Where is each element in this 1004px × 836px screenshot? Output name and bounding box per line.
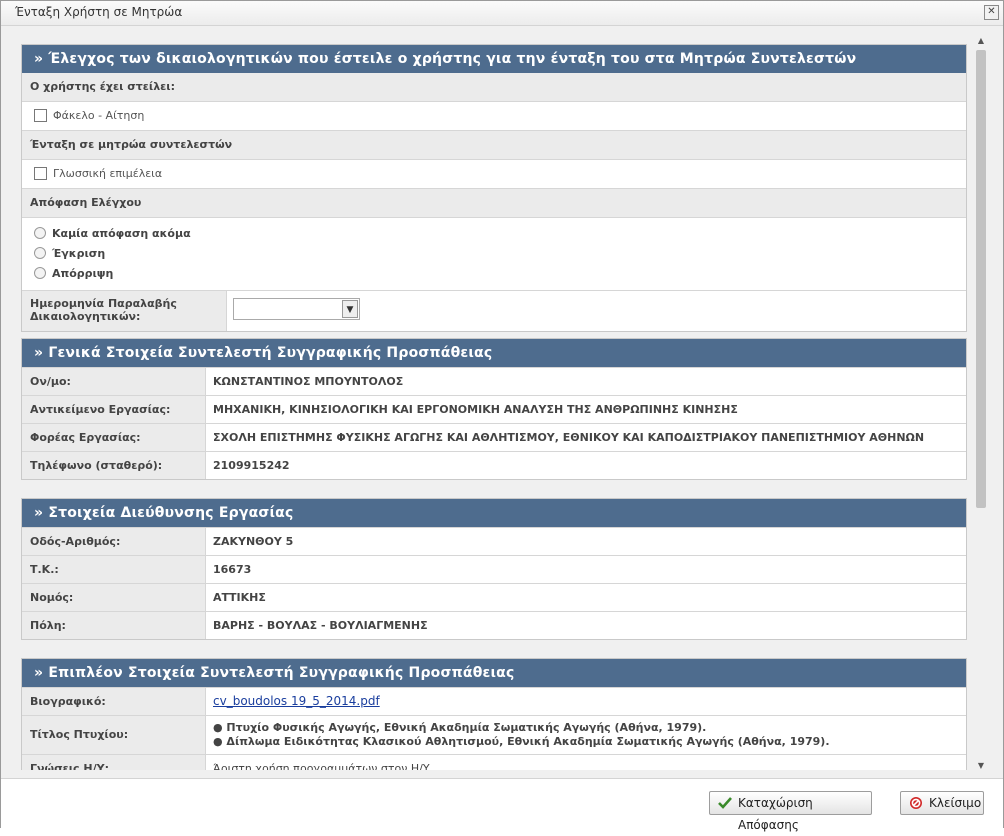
checkbox[interactable] [34,108,47,122]
info-value: 16673 [213,563,252,576]
info-label: Τ.Κ.: [22,556,206,583]
info-label: Φορέας Εργασίας: [22,424,206,451]
info-label: Νομός: [22,584,206,611]
info-value: ΚΩΝΣΤΑΝΤΙΝΟΣ ΜΠΟΥΝΤΟΛΟΣ [213,375,404,388]
radio-button[interactable] [34,227,46,239]
general-section: » Γενικά Στοιχεία Συντελεστή Συγγραφικής… [21,338,967,480]
extra-section: » Επιπλέον Στοιχεία Συντελεστή Συγγραφικ… [21,658,967,770]
info-label: Τηλέφωνο (σταθερό): [22,452,206,479]
info-row: Τηλέφωνο (σταθερό): 2109915242 [22,451,966,479]
cancel-icon [910,797,922,809]
check-section: » Έλεγχος των δικαιολογητικών που έστειλ… [21,44,967,332]
info-row: Πόλη: ΒΑΡΗΣ - ΒΟΥΛΑΣ - ΒΟΥΛΙΑΓΜΕΝΗΣ [22,611,966,639]
radio-label: Καμία απόφαση ακόμα [52,227,191,240]
registry-label: Ένταξη σε μητρώα συντελεστών [22,131,966,160]
decision-radio-group: Καμία απόφαση ακόμα Έγκριση Απόρριψη [22,218,966,291]
info-row: Γνώσεις Η/Υ: Άριστη χρήση προγραμμάτων στ… [22,754,966,770]
title-bar: Ένταξη Χρήστη σε Μητρώα ✕ [1,1,1003,26]
save-decision-button[interactable]: Καταχώριση Απόφασης [709,791,872,832]
date-field: ▼ [227,291,366,331]
radio-label: Έγκριση [52,247,106,260]
section-header: » Έλεγχος των δικαιολογητικών που έστειλ… [22,45,966,73]
chevron-down-icon[interactable]: ▼ [342,300,358,318]
degree-line: ● Πτυχίο Φυσικής Αγωγής, Εθνική Ακαδημία… [213,721,707,734]
info-label: Πόλη: [22,612,206,639]
radio-option-approve[interactable]: Έγκριση [34,244,954,264]
address-section: » Στοιχεία Διεύθυνσης Εργασίας Οδός-Αριθ… [21,498,967,640]
info-label: Γνώσεις Η/Υ: [22,755,206,770]
info-value: Άριστη χρήση προγραμμάτων στον Η/Υ [213,762,430,770]
radio-option-reject[interactable]: Απόρριψη [34,264,954,284]
close-button[interactable]: Κλείσιμο [900,791,984,815]
sent-label: Ο χρήστης έχει στείλει: [22,73,966,102]
info-label: Τίτλος Πτυχίου: [22,716,206,754]
section-header: » Γενικά Στοιχεία Συντελεστή Συγγραφικής… [22,339,966,367]
info-label: Αντικείμενο Εργασίας: [22,396,206,423]
close-label: Κλείσιμο [929,796,982,810]
info-row: Βιογραφικό: cv_boudolos 19_5_2014.pdf [22,687,966,715]
sent-item-checkbox-row[interactable]: Φάκελο - Αίτηση [22,102,966,131]
info-row: Τίτλος Πτυχίου: ● Πτυχίο Φυσικής Αγωγής, … [22,715,966,754]
date-row: Ημερομηνία Παραλαβής Δικαιολογητικών: ▼ [22,291,966,331]
info-label: Οδός-Αριθμός: [22,528,206,555]
scroll-down-icon[interactable]: ▼ [976,761,986,771]
info-row: Τ.Κ.: 16673 [22,555,966,583]
info-row: Ον/μο: ΚΩΝΣΤΑΝΤΙΝΟΣ ΜΠΟΥΝΤΟΛΟΣ [22,367,966,395]
info-value: ΖΑΚΥΝΘΟΥ 5 [213,535,294,548]
info-value: ΒΑΡΗΣ - ΒΟΥΛΑΣ - ΒΟΥΛΙΑΓΜΕΝΗΣ [213,619,428,632]
info-value: ● Πτυχίο Φυσικής Αγωγής, Εθνική Ακαδημία… [206,716,830,754]
info-label: Βιογραφικό: [22,688,206,715]
window-title: Ένταξη Χρήστη σε Μητρώα [15,5,183,19]
registry-item-checkbox-row[interactable]: Γλωσσική επιμέλεια [22,160,966,189]
info-row: Αντικείμενο Εργασίας: ΜΗΧΑΝΙΚΗ, ΚΙΝΗΣΙΟΛΟ… [22,395,966,423]
info-row: Νομός: ΑΤΤΙΚΗΣ [22,583,966,611]
radio-button[interactable] [34,267,46,279]
info-value: ΜΗΧΑΝΙΚΗ, ΚΙΝΗΣΙΟΛΟΓΙΚΗ ΚΑΙ ΕΡΓΟΝΟΜΙΚΗ Α… [213,403,738,416]
checkmark-icon [718,797,732,809]
date-select[interactable]: ▼ [233,298,360,320]
section-header: » Στοιχεία Διεύθυνσης Εργασίας [22,499,966,527]
section-header: » Επιπλέον Στοιχεία Συντελεστή Συγγραφικ… [22,659,966,687]
info-value: ΣΧΟΛΗ ΕΠΙΣΤΗΜΗΣ ΦΥΣΙΚΗΣ ΑΓΩΓΗΣ ΚΑΙ ΑΘΛΗΤ… [213,431,925,444]
footer: Καταχώριση Απόφασης Κλείσιμο [1,778,1003,832]
radio-option-none[interactable]: Καμία απόφαση ακόμα [34,224,954,244]
checkbox-label: Φάκελο - Αίτηση [53,109,145,122]
scrollbar-thumb[interactable] [976,50,986,508]
info-row: Φορέας Εργασίας: ΣΧΟΛΗ ΕΠΙΣΤΗΜΗΣ ΦΥΣΙΚΗΣ … [22,423,966,451]
info-row: Οδός-Αριθμός: ΖΑΚΥΝΘΟΥ 5 [22,527,966,555]
radio-label: Απόρριψη [52,267,114,280]
info-value: 2109915242 [213,459,290,472]
content-area: » Έλεγχος των δικαιολογητικών που έστειλ… [1,26,1003,778]
info-value: cv_boudolos 19_5_2014.pdf [206,688,380,715]
date-label: Ημερομηνία Παραλαβής Δικαιολογητικών: [22,291,227,331]
decision-label: Απόφαση Ελέγχου [22,189,966,218]
save-decision-label: Καταχώριση Απόφασης [738,796,813,832]
cv-link[interactable]: cv_boudolos 19_5_2014.pdf [213,694,380,708]
degree-line: ● Δίπλωμα Ειδικότητας Κλασικού Αθλητισμο… [213,735,830,748]
info-label: Ον/μο: [22,368,206,395]
checkbox-label: Γλωσσική επιμέλεια [53,167,163,180]
close-icon[interactable]: ✕ [984,5,999,20]
info-value: ΑΤΤΙΚΗΣ [213,591,266,604]
vertical-scrollbar[interactable]: ▲ ▼ [973,36,989,771]
scroll-content: » Έλεγχος των δικαιολογητικών που έστειλ… [21,44,967,770]
dialog-window: Ένταξη Χρήστη σε Μητρώα ✕ » Έλεγχος των … [0,0,1004,832]
scroll-up-icon[interactable]: ▲ [976,36,986,46]
checkbox[interactable] [34,166,47,180]
radio-button[interactable] [34,247,46,259]
